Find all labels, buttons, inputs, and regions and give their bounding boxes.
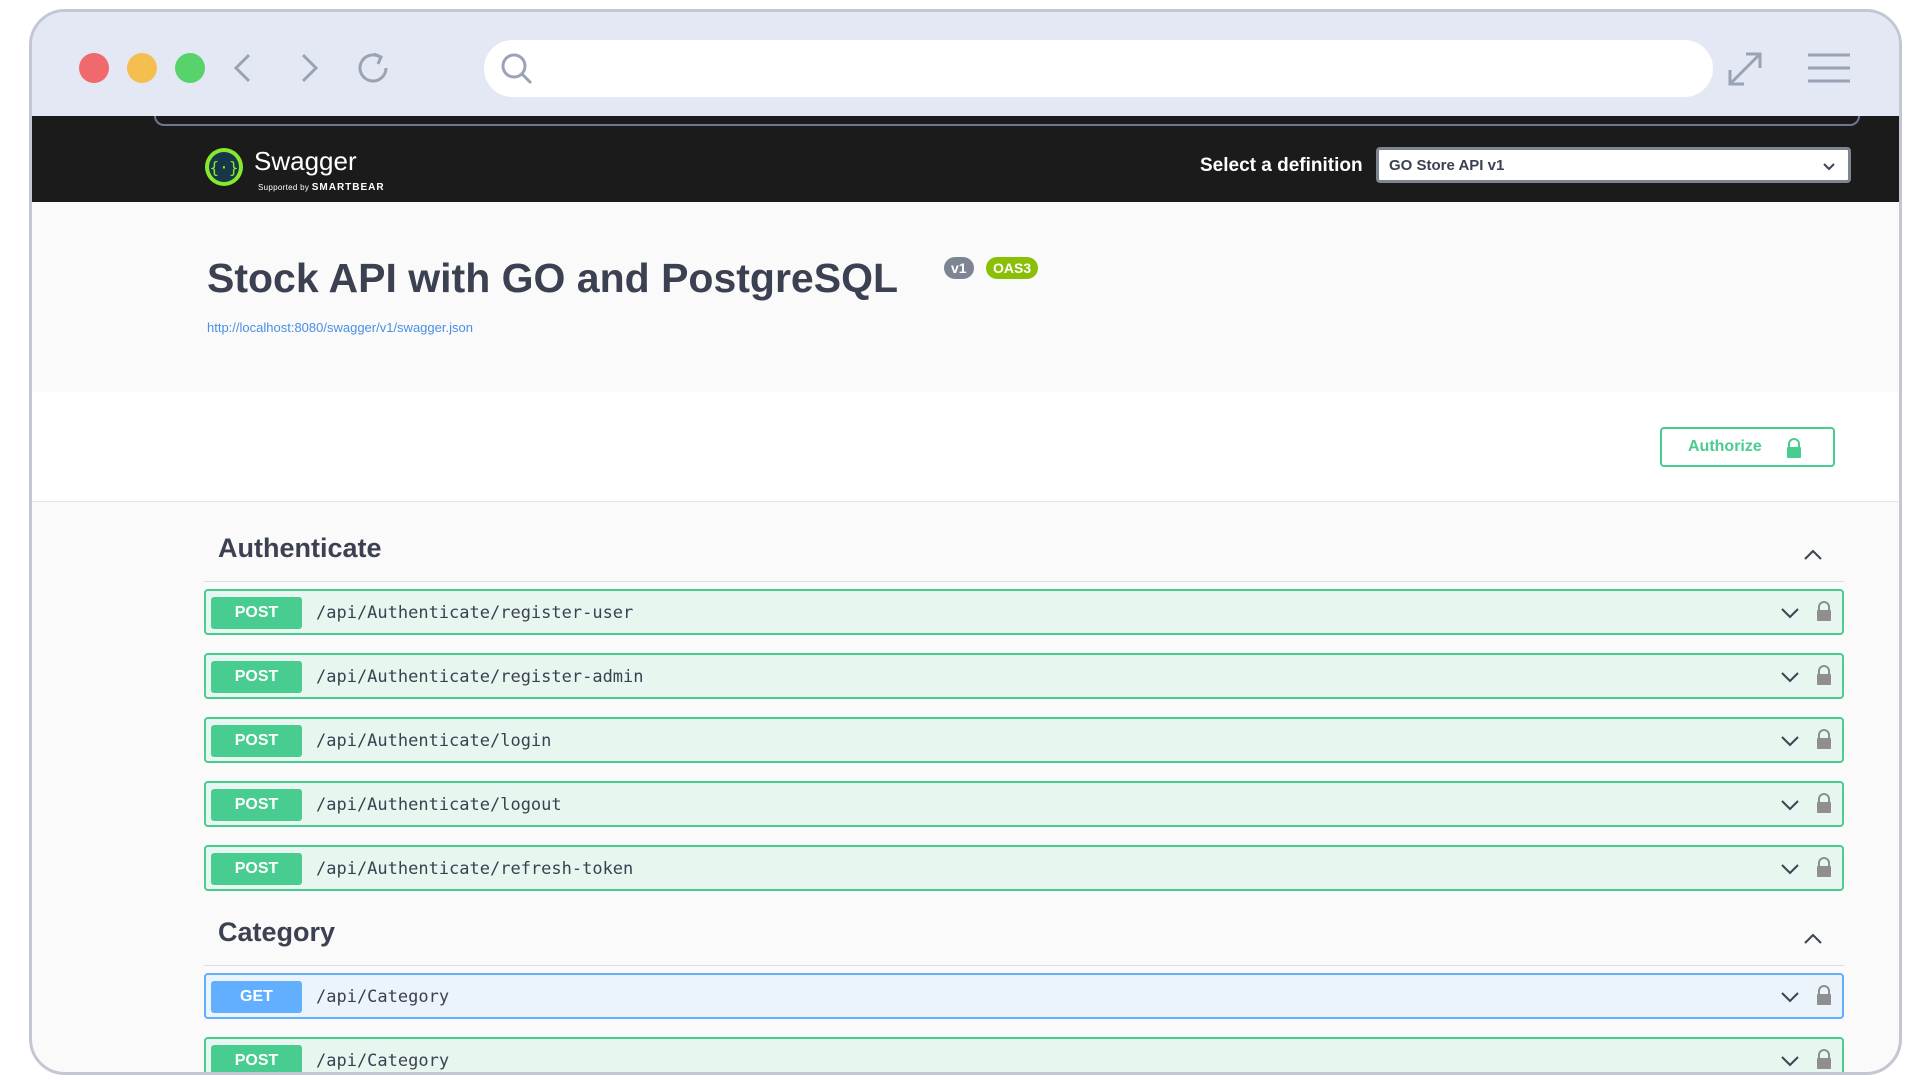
version-badge: v1 [944,257,974,279]
api-title: Stock API with GO and PostgreSQL [207,255,899,301]
operation-path: /api/Category [316,987,450,1007]
browser-chrome [32,12,1899,116]
operation-register-admin[interactable]: POST /api/Authenticate/register-admin [204,653,1844,699]
operation-logout[interactable]: POST /api/Authenticate/logout [204,781,1844,827]
operation-path: /api/Authenticate/register-user [316,603,634,623]
minimize-window-icon[interactable] [127,53,157,83]
chevron-down-icon[interactable] [1779,796,1801,814]
logo-subtitle: Supported by SMARTBEAR [258,182,385,193]
address-bar[interactable] [484,40,1713,97]
method-badge: POST [211,853,302,885]
lock-icon[interactable] [1816,665,1832,685]
lock-icon[interactable] [1816,1049,1832,1069]
chevron-down-icon[interactable] [1779,1052,1801,1070]
lock-icon[interactable] [1816,857,1832,877]
method-badge: POST [211,789,302,821]
lock-icon[interactable] [1816,793,1832,813]
method-badge: POST [211,597,302,629]
operation-path: /api/Authenticate/login [316,731,552,751]
url-input[interactable] [548,48,1688,88]
swagger-logo-icon[interactable]: {·} [204,147,244,187]
section-title-authenticate[interactable]: Authenticate [218,533,382,564]
hamburger-menu-icon[interactable] [1806,50,1852,86]
swagger-topbar: {·} Swagger Supported by SMARTBEAR Selec… [32,116,1899,202]
search-icon [501,53,533,85]
close-window-icon[interactable] [79,53,109,83]
browser-window: {·} Swagger Supported by SMARTBEAR Selec… [29,9,1902,1075]
method-badge: GET [211,981,302,1013]
api-info: Stock API with GO and PostgreSQL v1 OAS3… [32,202,1899,392]
chevron-down-icon[interactable] [1779,732,1801,750]
operation-register-user[interactable]: POST /api/Authenticate/register-user [204,589,1844,635]
lock-icon[interactable] [1816,729,1832,749]
method-badge: POST [211,661,302,693]
operation-refresh-token[interactable]: POST /api/Authenticate/refresh-token [204,845,1844,891]
lock-icon[interactable] [1816,601,1832,621]
operation-path: /api/Authenticate/refresh-token [316,859,634,879]
reload-icon[interactable] [350,45,396,91]
svg-text:{·}: {·} [210,158,239,177]
operation-get-category[interactable]: GET /api/Category [204,973,1844,1019]
oas-badge: OAS3 [986,257,1039,279]
section-divider [204,581,1844,582]
forward-icon[interactable] [285,45,331,91]
chevron-down-icon[interactable] [1779,604,1801,622]
section-title-category[interactable]: Category [218,917,335,948]
definition-select-value: GO Store API v1 [1389,157,1505,174]
spec-url-link[interactable]: http://localhost:8080/swagger/v1/swagger… [207,320,473,335]
lock-icon[interactable] [1816,985,1832,1005]
method-badge: POST [211,725,302,757]
lock-icon [1787,438,1801,458]
chevron-up-icon[interactable] [1802,928,1824,950]
expand-icon[interactable] [1722,46,1768,92]
operation-login[interactable]: POST /api/Authenticate/login [204,717,1844,763]
chevron-down-icon[interactable] [1779,860,1801,878]
operation-path: /api/Authenticate/logout [316,795,562,815]
logo-text: Swagger [254,146,357,176]
operation-path: /api/Authenticate/register-admin [316,667,644,687]
chevron-up-icon[interactable] [1802,544,1824,566]
chevron-down-icon [1823,163,1835,171]
operation-post-category[interactable]: POST /api/Category [204,1037,1844,1072]
authorize-label: Authorize [1688,438,1762,455]
chevron-down-icon[interactable] [1779,988,1801,1006]
topbar-divider [154,116,1860,126]
section-divider [204,965,1844,966]
authorize-button[interactable]: Authorize [1660,427,1835,467]
definition-select[interactable]: GO Store API v1 [1376,147,1851,183]
definition-select-label: Select a definition [1200,155,1363,176]
operation-path: /api/Category [316,1051,450,1071]
method-badge: POST [211,1045,302,1072]
chevron-down-icon[interactable] [1779,668,1801,686]
back-icon[interactable] [221,45,267,91]
maximize-window-icon[interactable] [175,53,205,83]
scheme-container: Authorize [32,392,1899,502]
